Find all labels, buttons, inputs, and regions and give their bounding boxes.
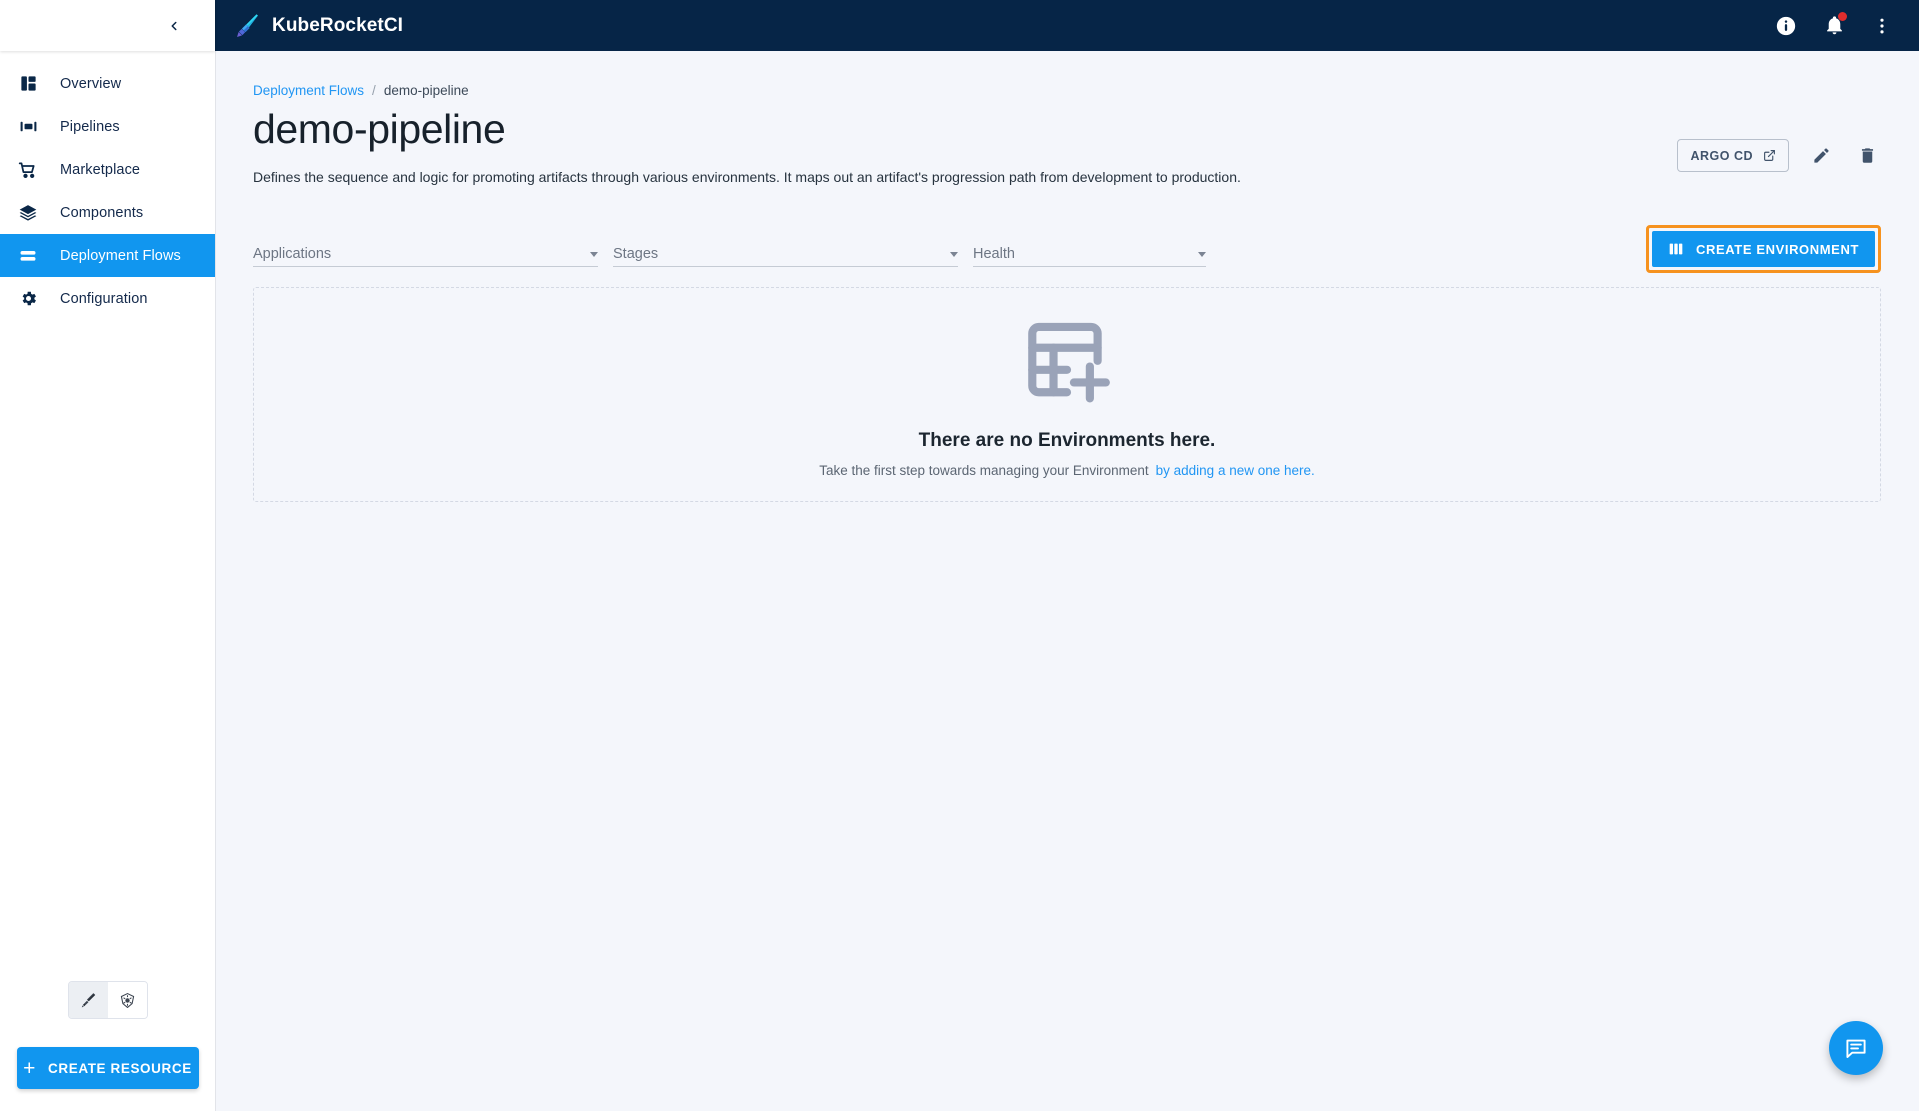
filters-row: Applications Stages Health CREATE ENVIRO… <box>253 225 1881 275</box>
sidebar-collapse-button[interactable] <box>161 13 187 39</box>
empty-state-subtitle: Take the first step towards managing you… <box>819 463 1315 478</box>
dashboard-icon <box>16 72 40 96</box>
sidebar-item-label: Components <box>60 204 144 221</box>
empty-state-add-link[interactable]: by adding a new one here. <box>1156 463 1315 478</box>
notifications-button[interactable] <box>1821 11 1847 39</box>
topbar: KubeRocketCI <box>215 0 1919 51</box>
view-mode-krci-button[interactable] <box>69 982 108 1018</box>
sidebar-item-label: Pipelines <box>60 118 120 135</box>
layers-icon <box>16 201 40 225</box>
sidebar-nav: Overview Pipelines Marketplace Component… <box>0 51 215 320</box>
brand[interactable]: KubeRocketCI <box>235 13 403 39</box>
rocket-blade-icon <box>237 13 258 37</box>
plus-icon: + <box>23 1056 37 1080</box>
title-row: demo-pipeline <box>253 106 1881 153</box>
breadcrumb-separator: / <box>372 83 376 98</box>
main-content: Deployment Flows / demo-pipeline demo-pi… <box>215 51 1919 1111</box>
external-link-icon <box>1763 149 1776 162</box>
create-resource-button[interactable]: + CREATE RESOURCE <box>16 1047 199 1089</box>
sidebar-item-components[interactable]: Components <box>0 191 215 234</box>
notification-badge <box>1838 11 1847 21</box>
caret-down-icon <box>950 252 958 258</box>
create-environment-highlight: CREATE ENVIRONMENT <box>1646 225 1881 274</box>
more-vertical-icon <box>1880 18 1884 33</box>
topbar-actions <box>1773 11 1895 39</box>
create-environment-label: CREATE ENVIRONMENT <box>1696 241 1859 257</box>
sidebar-item-marketplace[interactable]: Marketplace <box>0 148 215 191</box>
filter-applications[interactable]: Applications <box>253 233 598 268</box>
sidebar-footer: + CREATE RESOURCE <box>0 981 215 1111</box>
breadcrumb-parent-link[interactable]: Deployment Flows <box>253 83 364 98</box>
sidebar: Overview Pipelines Marketplace Component… <box>0 0 215 1111</box>
rocket-blade-icon <box>81 992 95 1007</box>
info-button[interactable] <box>1773 13 1799 39</box>
sidebar-item-overview[interactable]: Overview <box>0 62 215 105</box>
sidebar-item-pipelines[interactable]: Pipelines <box>0 105 215 148</box>
sidebar-item-label: Marketplace <box>60 161 141 178</box>
filter-health-label: Health <box>973 246 1015 263</box>
shopping-cart-icon <box>16 158 40 182</box>
sidebar-item-label: Overview <box>60 75 122 92</box>
page-title: demo-pipeline <box>253 106 506 152</box>
view-mode-kubernetes-button[interactable] <box>108 982 147 1018</box>
breadcrumb: Deployment Flows / demo-pipeline <box>253 83 1881 98</box>
columns-icon <box>1668 241 1684 257</box>
trash-icon <box>1861 148 1873 163</box>
breadcrumb-current: demo-pipeline <box>383 83 469 98</box>
page-description: Defines the sequence and logic for promo… <box>253 169 1241 186</box>
pipelines-icon <box>16 115 40 139</box>
gear-icon <box>16 287 40 311</box>
filter-stages[interactable]: Stages <box>613 233 958 268</box>
application-root: Overview Pipelines Marketplace Component… <box>0 0 1919 1111</box>
delete-button[interactable] <box>1853 142 1881 170</box>
filter-health[interactable]: Health <box>973 233 1206 268</box>
argo-cd-label: ARGO CD <box>1690 148 1753 163</box>
caret-down-icon <box>590 252 598 258</box>
info-circle-icon <box>1776 16 1796 35</box>
view-mode-toggle <box>68 981 148 1019</box>
table-add-icon <box>1018 311 1116 414</box>
sidebar-item-label: Configuration <box>60 290 148 307</box>
create-resource-label: CREATE RESOURCE <box>48 1060 192 1076</box>
create-environment-button[interactable]: CREATE ENVIRONMENT <box>1652 231 1875 268</box>
chevron-left-icon <box>171 21 177 30</box>
page-header-actions: ARGO CD <box>1677 139 1881 172</box>
pencil-icon <box>1813 148 1829 163</box>
filter-stages-label: Stages <box>613 246 659 263</box>
chat-fab-button[interactable] <box>1829 1021 1883 1075</box>
argo-cd-button[interactable]: ARGO CD <box>1677 139 1789 172</box>
chat-bubble-icon <box>1846 1039 1866 1058</box>
sidebar-item-label: Deployment Flows <box>60 247 181 264</box>
environments-empty-state: There are no Environments here. Take the… <box>253 287 1881 503</box>
brand-name: KubeRocketCI <box>272 14 404 36</box>
sidebar-item-deployment-flows[interactable]: Deployment Flows <box>0 234 215 277</box>
empty-state-subtitle-text: Take the first step towards managing you… <box>819 463 1149 479</box>
kubernetes-icon <box>121 992 135 1008</box>
overflow-menu-button[interactable] <box>1869 13 1895 39</box>
empty-state-title: There are no Environments here. <box>918 430 1216 452</box>
sidebar-header <box>0 0 215 51</box>
filter-applications-label: Applications <box>253 246 332 263</box>
sidebar-item-configuration[interactable]: Configuration <box>0 277 215 320</box>
caret-down-icon <box>1198 252 1206 258</box>
deployment-flows-icon <box>16 244 40 268</box>
edit-button[interactable] <box>1807 142 1835 170</box>
